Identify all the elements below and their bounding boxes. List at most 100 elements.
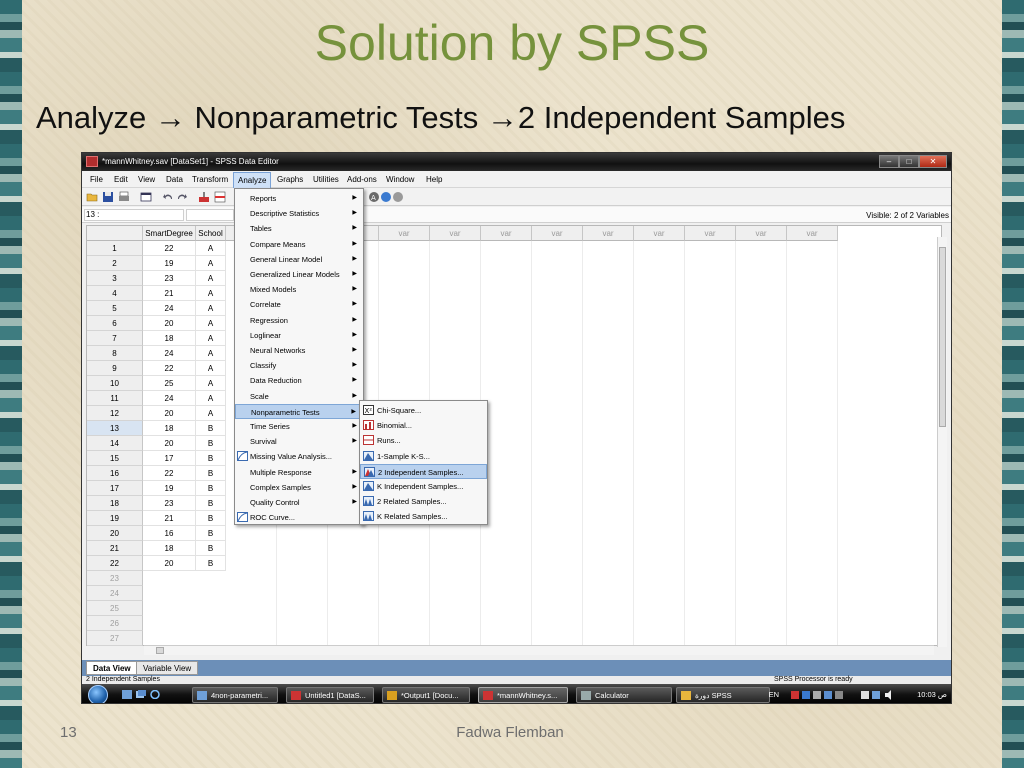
analyze-menu-item-multiple-response[interactable]: Multiple Response ▶ [235,465,363,480]
row-number-2[interactable]: 2 [87,256,143,271]
submenu-item-runs[interactable]: Runs... [360,433,487,448]
analyze-menu-item-loglinear[interactable]: Loglinear ▶ [235,328,363,343]
vertical-scroll-thumb[interactable] [939,247,946,427]
data-cell[interactable]: 21 [143,511,196,526]
use-sets-icon[interactable] [380,191,392,203]
column-header-var[interactable]: var [379,226,430,241]
data-cell[interactable]: 20 [143,406,196,421]
analyze-menu-item-regression[interactable]: Regression ▶ [235,313,363,328]
row-number-11[interactable]: 11 [87,391,143,406]
print-icon[interactable] [118,191,130,203]
analyze-menu-item-mixed-models[interactable]: Mixed Models ▶ [235,282,363,297]
column-header-var[interactable]: var [736,226,787,241]
row-number-20[interactable]: 20 [87,526,143,541]
data-cell[interactable]: 22 [143,361,196,376]
data-cell[interactable]: 18 [143,541,196,556]
data-cell[interactable]: B [196,466,226,481]
taskbar-button-1[interactable]: 4non-parametri... [192,687,278,703]
volume-network-icons[interactable] [861,690,903,700]
tray-icons[interactable] [791,690,851,700]
menu-file[interactable]: File [90,175,103,184]
row-number-19[interactable]: 19 [87,511,143,526]
row-number-4[interactable]: 4 [87,286,143,301]
menu-data[interactable]: Data [166,175,183,184]
data-cell[interactable]: B [196,481,226,496]
data-cell[interactable]: B [196,526,226,541]
submenu-item-k-independent-samples[interactable]: K Independent Samples... [360,479,487,494]
analyze-menu-item-general-linear-model[interactable]: General Linear Model ▶ [235,252,363,267]
data-cell[interactable]: 24 [143,301,196,316]
row-number-21[interactable]: 21 [87,541,143,556]
data-cell[interactable]: A [196,346,226,361]
corner-header-cell[interactable] [87,226,143,241]
analyze-menu-item-tables[interactable]: Tables ▶ [235,221,363,236]
close-button[interactable]: ✕ [919,155,947,168]
data-grid[interactable]: SmartDegree School var var var var var var var va… [86,225,942,646]
data-cell[interactable]: A [196,316,226,331]
taskbar-button-4[interactable]: *mannWhitney.s... [478,687,568,703]
data-cell[interactable]: B [196,451,226,466]
row-number-empty[interactable]: 27 [87,631,143,646]
data-cell[interactable]: 25 [143,376,196,391]
submenu-item-binomial[interactable]: Binomial... [360,418,487,433]
data-cell[interactable]: A [196,376,226,391]
menu-window[interactable]: Window [386,175,414,184]
menu-addons[interactable]: Add-ons [347,175,377,184]
data-cell[interactable]: 22 [143,466,196,481]
open-folder-icon[interactable] [86,191,98,203]
row-number-10[interactable]: 10 [87,376,143,391]
data-cell[interactable]: 19 [143,481,196,496]
data-cell[interactable]: B [196,541,226,556]
undo-icon[interactable] [162,191,174,203]
taskbar-button-5[interactable]: Calculator [576,687,672,703]
internet-explorer-icon[interactable] [150,690,160,699]
analyze-menu-item-neural-networks[interactable]: Neural Networks ▶ [235,343,363,358]
horizontal-scrollbar[interactable] [144,645,934,655]
data-cell[interactable]: 20 [143,316,196,331]
window-titlebar[interactable]: *mannWhitney.sav [DataSet1] - SPSS Data … [82,153,951,171]
clock[interactable]: 10:03 ص [917,687,947,702]
row-number-17[interactable]: 17 [87,481,143,496]
data-cell[interactable]: 23 [143,496,196,511]
column-header-var[interactable]: var [481,226,532,241]
submenu-item-2-related-samples[interactable]: 2 Related Samples... [360,494,487,509]
row-number-1[interactable]: 1 [87,241,143,256]
save-icon[interactable] [102,191,114,203]
redo-icon[interactable] [176,191,188,203]
data-cell[interactable]: 18 [143,331,196,346]
menu-transform[interactable]: Transform [192,175,228,184]
analyze-menu-item-classify[interactable]: Classify ▶ [235,358,363,373]
row-number-16[interactable]: 16 [87,466,143,481]
go-to-case-icon[interactable] [198,191,210,203]
dialog-recall-icon[interactable] [140,191,152,203]
analyze-menu-item-time-series[interactable]: Time Series ▶ [235,419,363,434]
menu-edit[interactable]: Edit [114,175,128,184]
data-cell[interactable]: B [196,436,226,451]
column-header-smartdegree[interactable]: SmartDegree [143,226,196,241]
row-number-22[interactable]: 22 [87,556,143,571]
data-cell[interactable]: 23 [143,271,196,286]
column-header-var[interactable]: var [634,226,685,241]
analyze-menu-item-descriptive-statistics[interactable]: Descriptive Statistics ▶ [235,206,363,221]
data-cell[interactable]: 17 [143,451,196,466]
data-cell[interactable]: A [196,286,226,301]
analyze-menu-item-complex-samples[interactable]: Complex Samples ▶ [235,480,363,495]
row-number-8[interactable]: 8 [87,346,143,361]
data-cell[interactable]: 18 [143,421,196,436]
insert-cases-icon[interactable] [214,191,226,203]
data-cell[interactable]: 19 [143,256,196,271]
column-header-var[interactable]: var [685,226,736,241]
analyze-menu-item-scale[interactable]: Scale ▶ [235,389,363,404]
row-number-empty[interactable]: 23 [87,571,143,586]
data-cell[interactable]: A [196,391,226,406]
taskbar-button-6[interactable]: دورة SPSS [676,687,770,703]
switch-windows-icon[interactable] [136,690,146,699]
row-number-3[interactable]: 3 [87,271,143,286]
cell-value-input[interactable] [186,209,234,221]
row-number-empty[interactable]: 26 [87,616,143,631]
row-number-15[interactable]: 15 [87,451,143,466]
data-cell[interactable]: A [196,331,226,346]
start-button-icon[interactable] [88,685,108,703]
analyze-menu-item-missing-value-analysis[interactable]: Missing Value Analysis... [235,449,363,464]
analyze-menu-item-nonparametric-tests[interactable]: Nonparametric Tests ▶ [235,403,363,419]
